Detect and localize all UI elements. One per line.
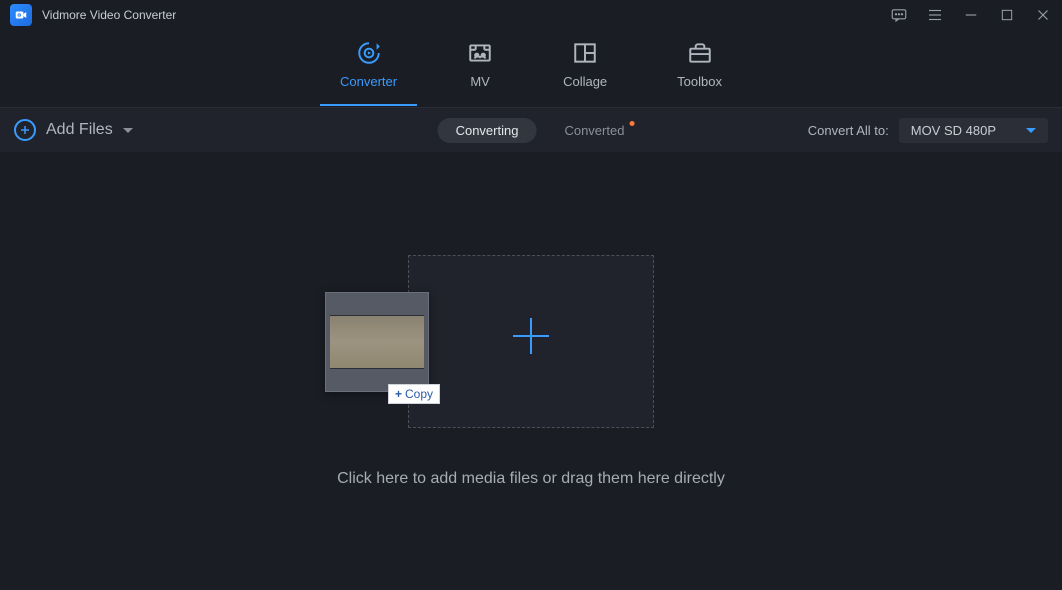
tab-converted-label: Converted [564, 123, 624, 138]
app-title: Vidmore Video Converter [42, 8, 176, 22]
add-files-button[interactable]: Add Files [14, 119, 133, 141]
toolbox-icon [687, 40, 713, 66]
format-select[interactable]: MOV SD 480P [899, 118, 1048, 143]
close-icon[interactable] [1034, 6, 1052, 24]
nav-label: MV [470, 74, 490, 89]
format-selected-value: MOV SD 480P [911, 123, 996, 138]
menu-icon[interactable] [926, 6, 944, 24]
nav-label: Converter [340, 74, 397, 89]
main-nav: Converter MV Collage Toolbox [0, 30, 1062, 108]
maximize-icon[interactable] [998, 6, 1016, 24]
add-files-label: Add Files [46, 121, 113, 139]
dropzone[interactable]: + Copy [408, 255, 654, 428]
convert-all-control: Convert All to: MOV SD 480P [808, 118, 1048, 143]
dragged-thumbnail[interactable]: + Copy [325, 292, 429, 392]
tab-converted[interactable]: Converted [564, 123, 624, 138]
nav-label: Collage [563, 74, 607, 89]
chevron-down-icon [123, 128, 133, 133]
toolbar: Add Files Converting Converted Convert A… [0, 108, 1062, 152]
thumbnail-image [330, 315, 424, 369]
window-controls [890, 6, 1052, 24]
chevron-down-icon [1026, 128, 1036, 133]
copy-badge: + Copy [388, 384, 440, 404]
plus-icon [507, 312, 555, 371]
plus-circle-icon [14, 119, 36, 141]
feedback-icon[interactable] [890, 6, 908, 24]
nav-collage[interactable]: Collage [563, 40, 607, 97]
tab-converting[interactable]: Converting [438, 118, 537, 143]
dropzone-hint: Click here to add media files or drag th… [337, 470, 725, 488]
collage-icon [572, 40, 598, 66]
status-tabs: Converting Converted [438, 118, 625, 143]
notification-dot-icon [629, 121, 634, 126]
app-logo-icon [10, 4, 32, 26]
mv-icon [467, 40, 493, 66]
minimize-icon[interactable] [962, 6, 980, 24]
nav-converter[interactable]: Converter [340, 40, 397, 97]
nav-mv[interactable]: MV [467, 40, 493, 97]
main-area: + Copy Click here to add media files or … [0, 152, 1062, 590]
convert-all-label: Convert All to: [808, 123, 889, 138]
nav-toolbox[interactable]: Toolbox [677, 40, 722, 97]
titlebar: Vidmore Video Converter [0, 0, 1062, 30]
converter-icon [356, 40, 382, 66]
plus-small-icon: + [395, 387, 402, 401]
nav-label: Toolbox [677, 74, 722, 89]
copy-badge-label: Copy [405, 387, 433, 401]
